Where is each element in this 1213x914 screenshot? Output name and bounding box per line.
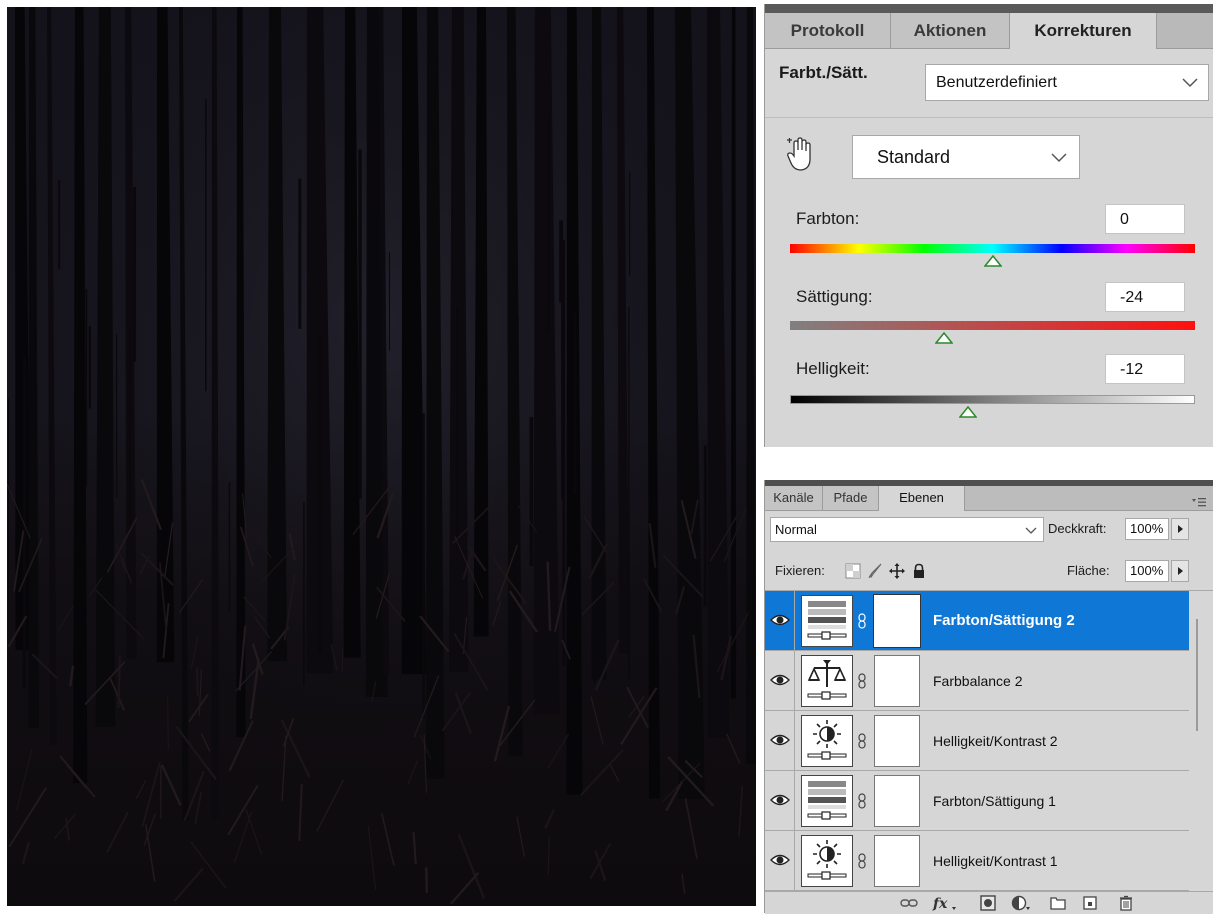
saturation-slider-track[interactable]: [790, 321, 1195, 330]
layer-row[interactable]: Helligkeit/Kontrast 1: [765, 831, 1189, 891]
layer-mask-thumbnail[interactable]: [874, 715, 920, 767]
fill-arrow-button[interactable]: [1171, 560, 1189, 582]
brightness-contrast-adjustment-thumbnail-icon[interactable]: [801, 715, 853, 767]
layer-name[interactable]: Helligkeit/Kontrast 2: [933, 711, 1058, 771]
hue-saturation-adjustment-thumbnail-icon[interactable]: [801, 775, 853, 827]
lock-image-pixels-brush-icon[interactable]: [867, 563, 883, 579]
lock-all-icon[interactable]: [911, 563, 927, 579]
fx-layer-style-icon[interactable]: fx: [932, 895, 958, 911]
channel-value: Standard: [877, 136, 950, 179]
lightness-label: Helligkeit:: [796, 359, 870, 379]
hue-value-field[interactable]: 0: [1105, 204, 1185, 234]
tab-protokoll[interactable]: Protokoll: [765, 13, 891, 48]
blend-mode-dropdown[interactable]: Normal: [770, 517, 1044, 542]
eye-icon: [770, 853, 790, 867]
hue-saturation-adjustment-thumbnail-icon[interactable]: [801, 595, 853, 647]
eye-icon: [770, 733, 790, 747]
layer-list: Farbton/Sättigung 2Farbbalance 2Helligke…: [765, 591, 1189, 891]
saturation-slider-thumb[interactable]: [935, 332, 953, 344]
eye-icon: [770, 673, 790, 687]
layer-mask-thumbnail[interactable]: [874, 655, 920, 707]
new-adjustment-layer-icon[interactable]: [1011, 895, 1033, 911]
layers-scrollbar[interactable]: [1189, 591, 1213, 891]
visibility-toggle[interactable]: [765, 651, 795, 711]
separator: [765, 117, 1213, 118]
blend-mode-value: Normal: [775, 518, 817, 542]
layer-mask-thumbnail[interactable]: [874, 775, 920, 827]
chain-link-icon[interactable]: [858, 733, 866, 749]
visibility-toggle[interactable]: [765, 711, 795, 771]
layer-name[interactable]: Farbton/Sättigung 1: [933, 771, 1056, 831]
tab-pfade[interactable]: Pfade: [823, 486, 879, 510]
lightness-slider-track[interactable]: [790, 395, 1195, 404]
layer-row[interactable]: Helligkeit/Kontrast 2: [765, 711, 1189, 771]
layer-name[interactable]: Farbbalance 2: [933, 651, 1023, 711]
opacity-arrow-button[interactable]: [1171, 518, 1189, 540]
lock-transparent-pixels-icon[interactable]: [845, 563, 861, 579]
layer-name[interactable]: Helligkeit/Kontrast 1: [933, 831, 1058, 891]
preset-dropdown[interactable]: Benutzerdefiniert: [925, 64, 1209, 101]
hue-slider-thumb[interactable]: [984, 255, 1002, 267]
targeted-adjustment-hand-icon[interactable]: [785, 137, 815, 173]
lock-position-move-icon[interactable]: [889, 563, 905, 579]
new-group-folder-icon[interactable]: [1049, 895, 1067, 911]
opacity-field[interactable]: 100%: [1125, 518, 1169, 540]
channel-dropdown[interactable]: Standard: [852, 135, 1080, 179]
visibility-toggle[interactable]: [765, 831, 795, 891]
layer-mask-icon[interactable]: [979, 895, 997, 911]
layers-tab-bar: Kanäle Pfade Ebenen: [765, 486, 1213, 511]
color-balance-adjustment-thumbnail-icon[interactable]: [801, 655, 853, 707]
chevron-down-icon: [1182, 78, 1198, 88]
chain-link-icon[interactable]: [858, 853, 866, 869]
adjustments-body: Farbt./Sätt. Benutzerdefiniert Standard …: [765, 49, 1213, 447]
triangle-right-icon: [1172, 561, 1188, 581]
layer-row[interactable]: Farbbalance 2: [765, 651, 1189, 711]
hue-label: Farbton:: [796, 209, 859, 229]
layers-footer-toolbar: fx: [765, 891, 1213, 914]
document-canvas[interactable]: [7, 7, 756, 906]
panel-menu-icon[interactable]: [1192, 496, 1206, 508]
visibility-toggle[interactable]: [765, 591, 795, 651]
scrollbar-thumb[interactable]: [1196, 619, 1198, 731]
tab-kanaele[interactable]: Kanäle: [765, 486, 823, 510]
visibility-toggle[interactable]: [765, 771, 795, 831]
svg-text:fx: fx: [932, 896, 948, 911]
fill-label: Fläche:: [1067, 563, 1110, 578]
tab-aktionen[interactable]: Aktionen: [891, 13, 1010, 48]
panel-top-bar: [765, 4, 1213, 13]
tab-korrekturen[interactable]: Korrekturen: [1010, 13, 1157, 49]
chevron-down-icon: [1051, 153, 1067, 163]
saturation-label: Sättigung:: [796, 287, 873, 307]
hue-slider-track[interactable]: [790, 244, 1195, 253]
chain-link-icon[interactable]: [858, 793, 866, 809]
lock-label: Fixieren:: [775, 563, 825, 578]
layer-mask-thumbnail[interactable]: [874, 595, 920, 647]
lightness-value-field[interactable]: -12: [1105, 354, 1185, 384]
dark-forest-photo: [7, 7, 756, 906]
saturation-value-field[interactable]: -24: [1105, 282, 1185, 312]
layers-panel: Kanäle Pfade Ebenen Normal Deckkraft: 10…: [764, 480, 1213, 913]
chain-link-icon[interactable]: [858, 613, 866, 629]
lightness-slider-thumb[interactable]: [959, 406, 977, 418]
delete-layer-trash-icon[interactable]: [1117, 895, 1135, 911]
layer-row[interactable]: Farbton/Sättigung 1: [765, 771, 1189, 831]
layer-mask-thumbnail[interactable]: [874, 835, 920, 887]
tab-ebenen[interactable]: Ebenen: [879, 486, 965, 511]
chevron-down-icon: [1025, 527, 1037, 535]
adjustment-title: Farbt./Sätt.: [779, 63, 868, 83]
adjustments-tab-bar: Protokoll Aktionen Korrekturen: [765, 13, 1213, 49]
opacity-label: Deckkraft:: [1048, 521, 1107, 536]
eye-icon: [770, 613, 790, 627]
layer-row[interactable]: Farbton/Sättigung 2: [765, 591, 1189, 651]
adjustments-panel: Protokoll Aktionen Korrekturen Farbt./Sä…: [764, 4, 1213, 447]
fill-field[interactable]: 100%: [1125, 560, 1169, 582]
chain-link-icon[interactable]: [858, 673, 866, 689]
brightness-contrast-adjustment-thumbnail-icon[interactable]: [801, 835, 853, 887]
layer-name[interactable]: Farbton/Sättigung 2: [933, 591, 1075, 651]
link-layers-icon[interactable]: [900, 895, 918, 911]
new-layer-icon[interactable]: [1081, 895, 1099, 911]
triangle-right-icon: [1172, 519, 1188, 539]
eye-icon: [770, 793, 790, 807]
preset-value: Benutzerdefiniert: [936, 65, 1057, 101]
